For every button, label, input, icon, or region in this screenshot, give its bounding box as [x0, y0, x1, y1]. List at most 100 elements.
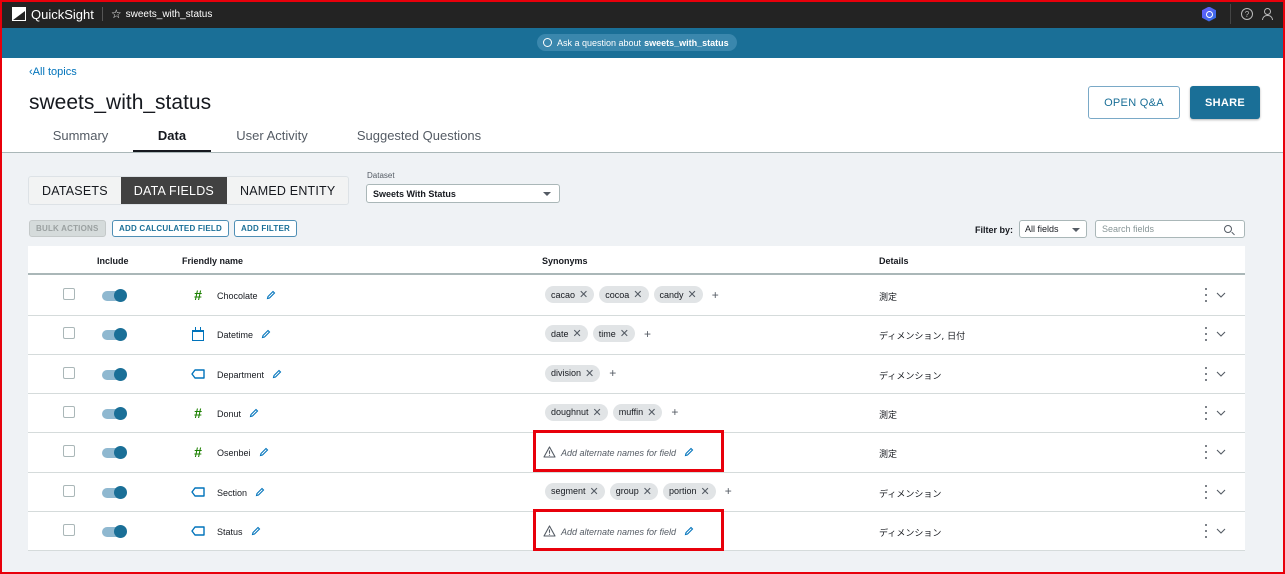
remove-synonym-icon[interactable]: ✕ — [688, 288, 697, 301]
include-toggle[interactable] — [102, 406, 127, 420]
chevron-down-icon[interactable] — [1216, 326, 1226, 338]
add-synonym-icon[interactable]: + — [644, 327, 651, 341]
bulk-actions-button[interactable]: BULK ACTIONS — [29, 220, 106, 237]
quicksight-logo[interactable]: QuickSight — [12, 7, 94, 22]
segment-datasets[interactable]: DATASETS — [29, 177, 121, 204]
add-calculated-field-button[interactable]: ADD CALCULATED FIELD — [112, 220, 229, 237]
pencil-icon[interactable] — [259, 447, 269, 459]
all-topics-link[interactable]: ‹All topics — [29, 66, 77, 78]
remove-synonym-icon[interactable]: ✕ — [633, 288, 642, 301]
pencil-icon[interactable] — [266, 290, 276, 302]
alt-names-placeholder: Add alternate names for field — [561, 526, 677, 537]
more-options-icon[interactable] — [1205, 366, 1209, 381]
open-qa-button[interactable]: OPEN Q&A — [1088, 86, 1180, 119]
chevron-down-icon[interactable] — [1216, 444, 1226, 455]
topic-title: sweets_with_status — [125, 8, 213, 20]
include-toggle[interactable] — [102, 367, 127, 381]
help-icon[interactable]: ? — [1241, 8, 1253, 20]
tab-summary[interactable]: Summary — [28, 124, 133, 152]
share-button[interactable]: SHARE — [1190, 86, 1260, 119]
tab-data[interactable]: Data — [133, 124, 211, 152]
table-row: # Chocolate cacao ✕ cocoa ✕ candy ✕ + 測定 — [28, 276, 1245, 316]
remove-synonym-icon[interactable]: ✕ — [579, 288, 588, 301]
column-friendly-name: Friendly name — [182, 256, 244, 266]
synonyms-list: division ✕ + — [545, 364, 616, 382]
row-checkbox[interactable] — [63, 405, 75, 418]
chevron-down-icon[interactable] — [1216, 484, 1226, 495]
remove-synonym-icon[interactable]: ✕ — [593, 406, 602, 419]
more-options-icon[interactable] — [1205, 445, 1209, 460]
remove-synonym-icon[interactable]: ✕ — [647, 406, 656, 419]
pencil-icon[interactable] — [272, 369, 282, 381]
include-toggle[interactable] — [102, 328, 127, 342]
add-alternate-names[interactable]: Add alternate names for field — [543, 525, 694, 539]
dataset-select[interactable]: Sweets With Status — [366, 184, 560, 203]
synonym-chip: candy ✕ — [653, 286, 703, 303]
chevron-down-icon[interactable] — [1216, 287, 1226, 298]
more-options-icon[interactable] — [1205, 288, 1209, 302]
more-options-icon[interactable] — [1205, 484, 1209, 499]
add-synonym-icon[interactable]: + — [725, 484, 732, 498]
include-toggle[interactable] — [102, 289, 127, 302]
table-row: Department division ✕ + ディメンション — [28, 355, 1245, 395]
remove-synonym-icon[interactable]: ✕ — [573, 327, 582, 340]
star-icon[interactable]: ☆ — [111, 7, 122, 21]
more-options-icon[interactable] — [1205, 405, 1209, 420]
filter-value: All fields — [1025, 224, 1059, 234]
remove-synonym-icon[interactable]: ✕ — [585, 367, 594, 380]
row-checkbox[interactable] — [63, 366, 75, 379]
friendly-name: Chocolate — [217, 290, 276, 302]
pencil-icon[interactable] — [255, 487, 265, 499]
remove-synonym-icon[interactable]: ✕ — [620, 327, 629, 340]
remove-synonym-icon[interactable]: ✕ — [590, 485, 599, 498]
pencil-icon[interactable] — [251, 526, 261, 538]
add-synonym-icon[interactable]: + — [609, 366, 616, 380]
pencil-icon[interactable] — [684, 447, 694, 459]
table-row: # Osenbei Add alternate names for field 測定 — [28, 433, 1245, 473]
amazon-q-icon[interactable] — [1202, 6, 1216, 22]
remove-synonym-icon[interactable]: ✕ — [643, 485, 652, 498]
table-row: Status Add alternate names for field ディメンシ… — [28, 512, 1245, 552]
pencil-icon[interactable] — [684, 526, 694, 538]
add-filter-button[interactable]: ADD FILTER — [234, 220, 297, 237]
pencil-icon[interactable] — [249, 408, 259, 420]
synonym-chip: time ✕ — [592, 325, 635, 343]
remove-synonym-icon[interactable]: ✕ — [701, 485, 710, 498]
row-checkbox[interactable] — [63, 445, 75, 458]
field-details: 測定 — [879, 410, 898, 421]
row-checkbox[interactable] — [63, 523, 75, 536]
friendly-name: Section — [217, 487, 265, 499]
ask-topic: sweets_with_status — [644, 37, 729, 48]
filter-by-label: Filter by: — [975, 225, 1014, 235]
ask-question-button[interactable]: Ask a question about sweets_with_status — [537, 34, 737, 51]
tab-user-activity[interactable]: User Activity — [211, 124, 333, 152]
include-toggle[interactable] — [102, 446, 127, 460]
add-synonym-icon[interactable]: + — [671, 405, 678, 419]
row-checkbox[interactable] — [63, 327, 75, 340]
warning-icon — [543, 446, 556, 460]
more-options-icon[interactable] — [1205, 327, 1209, 342]
row-checkbox[interactable] — [63, 484, 75, 497]
filter-by-select[interactable]: All fields — [1019, 220, 1087, 238]
pencil-icon[interactable] — [261, 329, 271, 341]
chevron-down-icon[interactable] — [1216, 523, 1226, 534]
include-toggle[interactable] — [102, 524, 127, 538]
segment-data-fields[interactable]: DATA FIELDS — [120, 177, 227, 204]
search-fields-input[interactable]: Search fields — [1095, 220, 1245, 238]
chevron-down-icon[interactable] — [1216, 405, 1226, 416]
measure-hash-icon: # — [194, 287, 202, 303]
field-details: ディメンション — [879, 371, 942, 382]
add-synonym-icon[interactable]: + — [712, 288, 719, 302]
friendly-name: Status — [217, 526, 261, 538]
row-checkbox[interactable] — [63, 288, 75, 300]
tab-suggested-questions[interactable]: Suggested Questions — [333, 124, 505, 152]
more-options-icon[interactable] — [1205, 523, 1209, 538]
synonyms-list: segment ✕ group ✕ portion ✕ + — [545, 482, 732, 500]
calendar-icon — [191, 326, 205, 341]
user-icon[interactable] — [1261, 8, 1273, 20]
chevron-down-icon[interactable] — [1216, 366, 1226, 377]
caret-down-icon — [1072, 228, 1080, 232]
add-alternate-names[interactable]: Add alternate names for field — [543, 446, 694, 460]
segment-named-entity[interactable]: NAMED ENTITY — [227, 177, 348, 204]
include-toggle[interactable] — [102, 485, 127, 499]
